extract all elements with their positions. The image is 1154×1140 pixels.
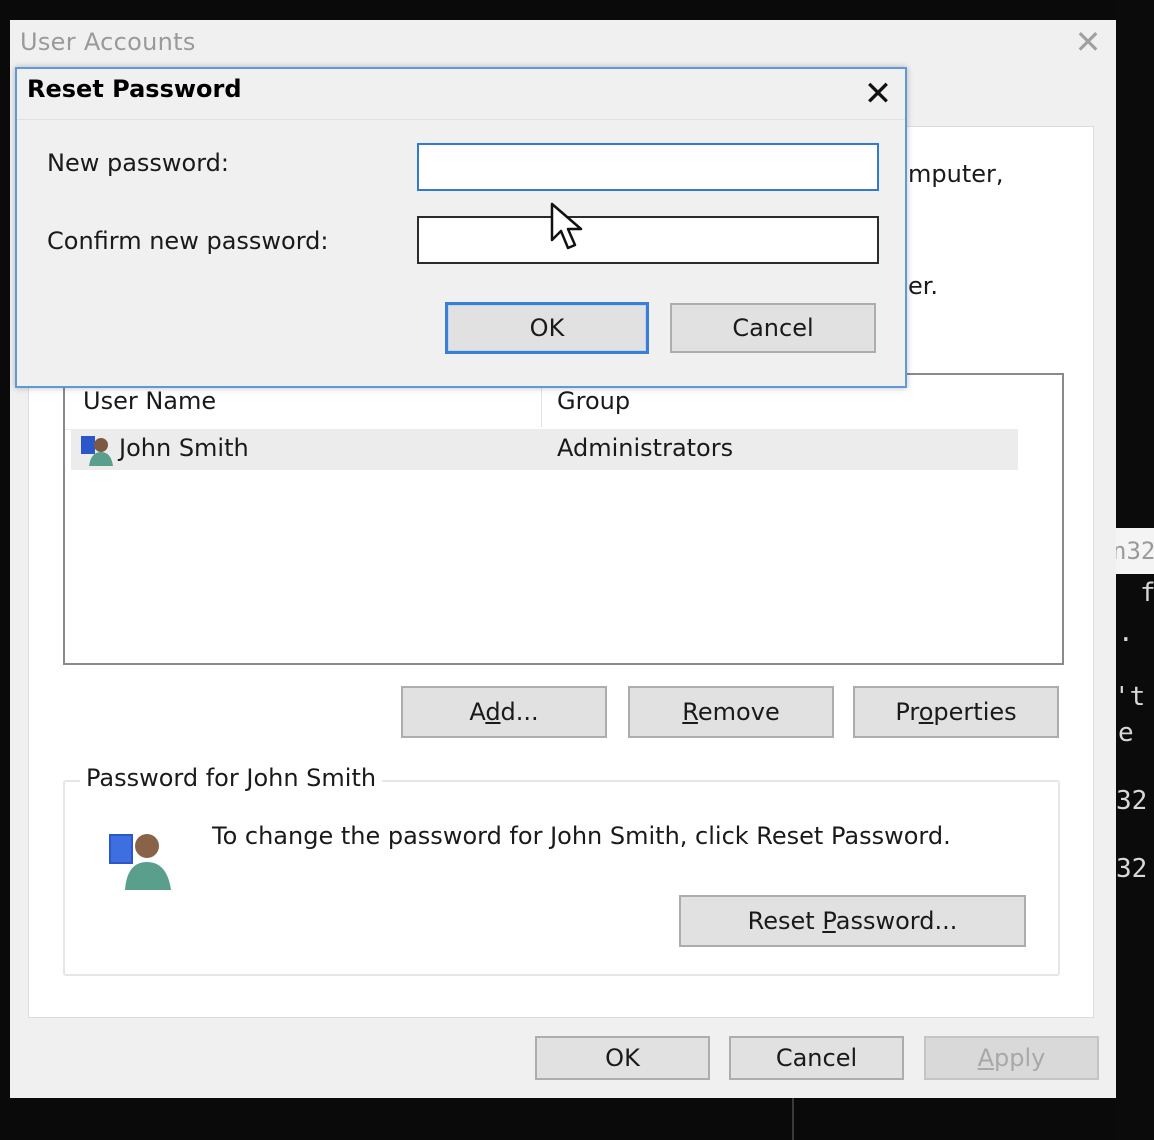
remove-button[interactable]: Remove bbox=[628, 686, 834, 738]
terminal-line: 32 bbox=[1116, 854, 1148, 884]
user-icon bbox=[79, 432, 115, 468]
new-password-field[interactable] bbox=[417, 143, 879, 191]
password-instructions: To change the password for John Smith, c… bbox=[212, 822, 951, 850]
confirm-password-label: Confirm new password: bbox=[47, 227, 329, 255]
taskbar-divider bbox=[792, 1098, 794, 1140]
dialog-close-icon[interactable]: ✕ bbox=[857, 73, 899, 115]
terminal-tab[interactable]: n32 bbox=[1116, 528, 1154, 574]
user-icon bbox=[105, 826, 177, 892]
intro-text-fragment: mputer, bbox=[908, 160, 1004, 188]
add-button[interactable]: Add... bbox=[401, 686, 607, 738]
dialog-title-divider bbox=[17, 119, 905, 120]
terminal-line: 't bbox=[1116, 682, 1146, 712]
confirm-password-field[interactable] bbox=[417, 216, 879, 264]
terminal-window-fragment: n32 f . 't e 32 32 bbox=[1116, 0, 1154, 1140]
dialog-ok-button[interactable]: OK bbox=[445, 302, 649, 354]
user-group-cell: Administrators bbox=[557, 434, 734, 462]
apply-button[interactable]: Apply bbox=[924, 1036, 1099, 1080]
terminal-line: . bbox=[1118, 618, 1134, 648]
table-row[interactable]: John Smith Administrators bbox=[71, 430, 1018, 470]
intro-text-fragment: er. bbox=[908, 272, 939, 300]
new-password-label: New password: bbox=[47, 149, 230, 177]
users-list[interactable]: User Name Group John Smith Administrator… bbox=[63, 373, 1064, 665]
mouse-cursor-icon bbox=[548, 200, 592, 256]
password-group-legend: Password for John Smith bbox=[80, 764, 383, 792]
ok-button[interactable]: OK bbox=[535, 1036, 710, 1080]
window-close-icon[interactable]: ✕ bbox=[1068, 22, 1108, 62]
column-header-group[interactable]: Group bbox=[557, 387, 630, 415]
cancel-button[interactable]: Cancel bbox=[729, 1036, 904, 1080]
column-header-user-name[interactable]: User Name bbox=[83, 387, 216, 415]
dialog-cancel-button[interactable]: Cancel bbox=[670, 303, 876, 353]
user-name-cell: John Smith bbox=[119, 434, 249, 462]
reset-password-button[interactable]: Reset Password... bbox=[679, 895, 1026, 947]
properties-button[interactable]: Properties bbox=[853, 686, 1059, 738]
dialog-title: Reset Password bbox=[27, 75, 242, 103]
terminal-line: e bbox=[1118, 718, 1134, 748]
window-title: User Accounts bbox=[20, 28, 196, 56]
terminal-line: f bbox=[1140, 578, 1154, 608]
terminal-line: 32 bbox=[1116, 786, 1148, 816]
reset-password-dialog: Reset Password ✕ New password: Confirm n… bbox=[15, 67, 907, 388]
